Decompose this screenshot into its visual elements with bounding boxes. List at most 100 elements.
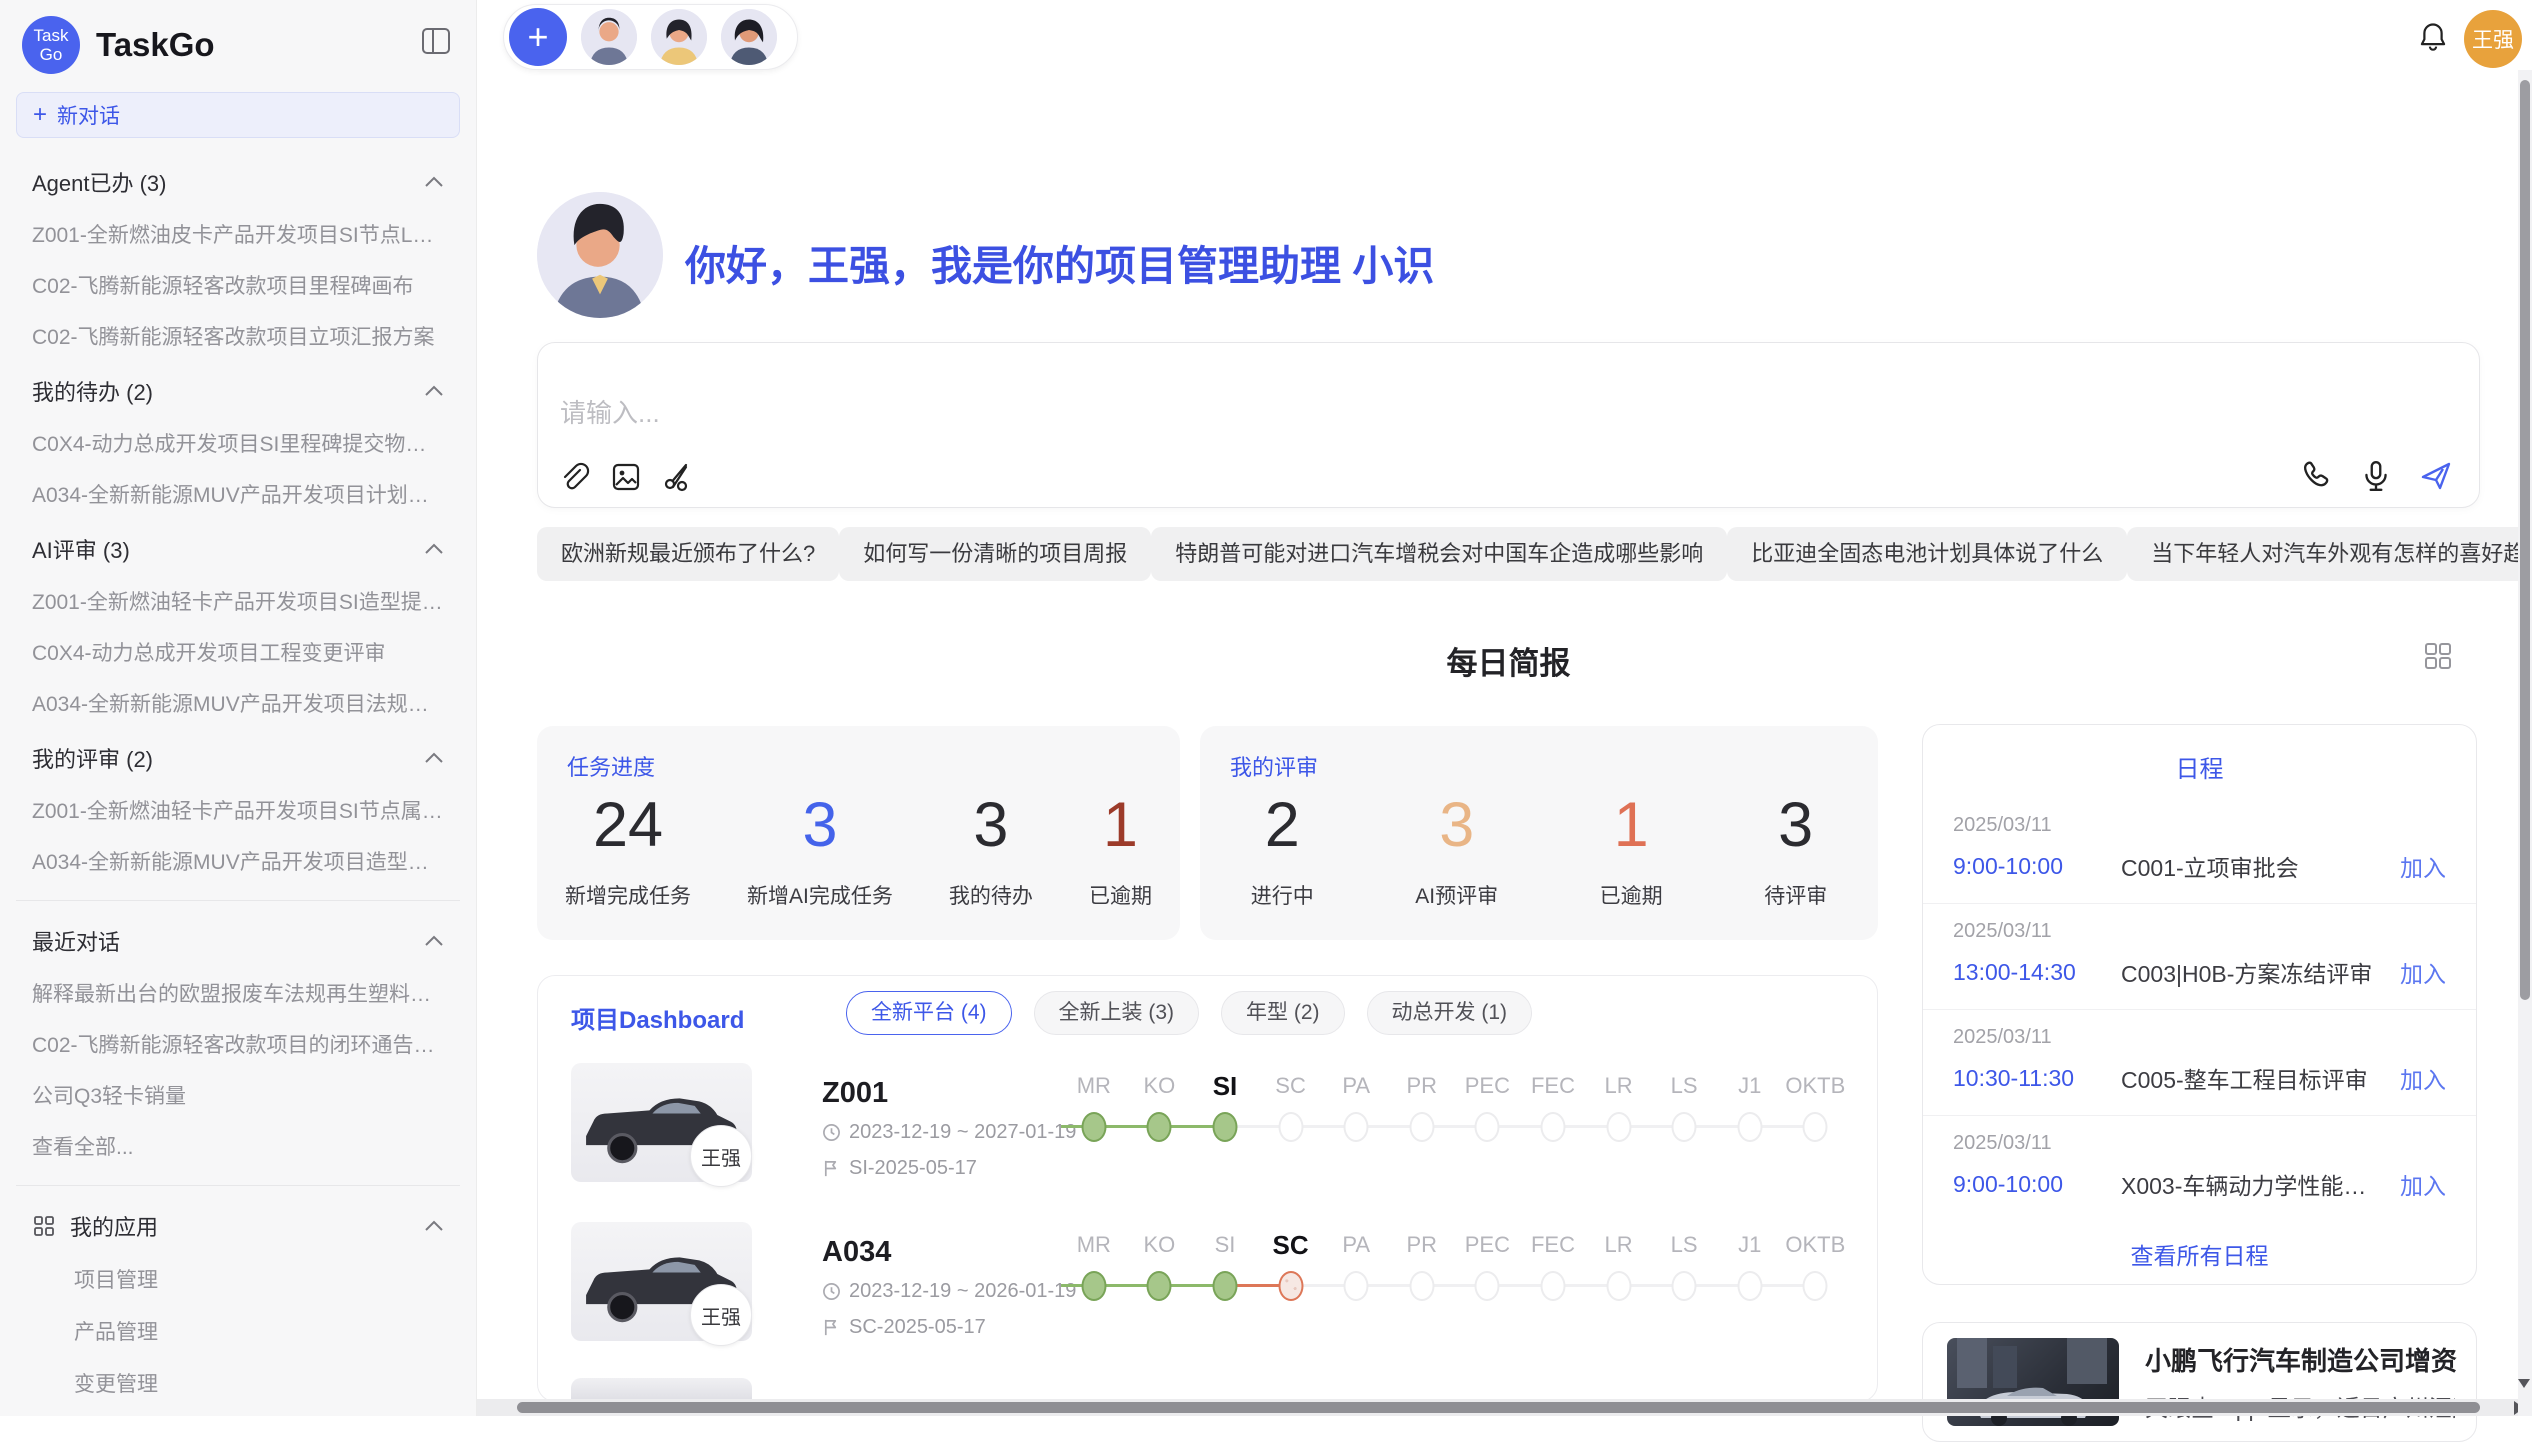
new-chat-button[interactable]: + 新对话 [16,92,460,138]
dashboard-filter-chip[interactable]: 全新平台 (4) [846,991,1012,1035]
sidebar-task-item[interactable]: C0X4-动力总成开发项目SI里程碑提交物检查 [32,428,444,458]
chevron-up-icon[interactable] [424,935,444,947]
chevron-up-icon[interactable] [424,176,444,188]
event-join-link[interactable]: 加入 [2400,1061,2446,1095]
attachment-icon[interactable] [558,461,590,493]
sidebar-task-item[interactable]: C02-飞腾新能源轻客改款项目里程碑画布 [32,270,444,300]
sidebar-collapse-icon[interactable] [422,28,450,54]
milestone-label: FEC [1520,1069,1586,1103]
sidebar-task-item[interactable]: A034-全新新能源MUV产品开发项目法规符合性评审 [32,688,444,718]
milestone-dot[interactable] [1475,1271,1500,1301]
dashboard-filter-chip[interactable]: 动总开发 (1) [1367,991,1533,1035]
sidebar-task-item[interactable]: Z001-全新燃油皮卡产品开发项目SI节点Lesson Learn报告 [32,219,444,249]
milestone-dot[interactable] [1606,1112,1631,1142]
milestone-dot[interactable] [1803,1271,1828,1301]
vertical-scrollbar[interactable] [2518,70,2532,1416]
milestone-dot[interactable] [1147,1271,1172,1301]
event-join-link[interactable]: 加入 [2400,955,2446,989]
app-sub-item[interactable]: 产品管理 [74,1316,444,1346]
event-time: 10:30-11:30 [1953,1065,2121,1092]
chevron-up-icon[interactable] [424,543,444,555]
send-icon[interactable] [2419,459,2453,493]
notifications-bell-icon[interactable] [2418,22,2448,54]
sidebar-task-item[interactable]: Z001-全新燃油轻卡产品开发项目SI节点属性5D文件评审 [32,795,444,825]
microphone-icon[interactable] [2359,459,2393,493]
dashboard-title: 项目Dashboard [571,1000,744,1035]
milestone-dot[interactable] [1344,1271,1369,1301]
stat-label: 新增完成任务 [565,880,691,910]
milestone: J1 [1717,1069,1783,1145]
milestone-dot[interactable] [1672,1112,1697,1142]
milestone-dot[interactable] [1344,1112,1369,1142]
dashboard-filter-chip[interactable]: 全新上装 (3) [1034,991,1200,1035]
horizontal-scrollbar[interactable] [477,1399,2532,1416]
milestone-dot[interactable] [1081,1271,1106,1301]
sidebar-task-item[interactable]: C0X4-动力总成开发项目工程变更评审 [32,637,444,667]
milestone-dot[interactable] [1672,1271,1697,1301]
user-avatar[interactable]: 王强 [2464,10,2522,68]
agent-avatar-2[interactable] [651,9,707,65]
milestone: MR [1061,1228,1127,1304]
dashboard-filter-chip[interactable]: 年型 (2) [1221,991,1345,1035]
sidebar-section-title: 我的待办 (2) [32,375,153,407]
suggestion-chip[interactable]: 欧洲新规最近颁布了什么? [537,527,839,581]
chevron-up-icon[interactable] [424,1220,444,1232]
chat-input[interactable] [560,398,1960,429]
suggestion-chip[interactable]: 比亚迪全固态电池计划具体说了什么 [1727,527,2127,581]
chevron-up-icon[interactable] [424,385,444,397]
milestone-label: KO [1127,1228,1193,1262]
milestone-label: OKTB [1783,1069,1849,1103]
milestone-dot[interactable] [1278,1112,1303,1142]
sidebar-task-item[interactable]: A034-全新新能源MUV产品开发项目计划变更表编写 [32,479,444,509]
scroll-down-arrow-icon[interactable] [2518,1379,2530,1388]
milestone-dot[interactable] [1737,1271,1762,1301]
milestone-dot[interactable] [1409,1112,1434,1142]
recent-chat-item[interactable]: 查看全部... [32,1131,444,1161]
agent-avatar-3[interactable] [721,9,777,65]
vertical-scrollbar-thumb[interactable] [2520,80,2530,1000]
sidebar-task-item[interactable]: C02-飞腾新能源轻客改款项目立项汇报方案 [32,321,444,351]
milestone-label: PEC [1455,1069,1521,1103]
horizontal-scrollbar-thumb[interactable] [517,1402,2480,1413]
recent-chat-item[interactable]: 解释最新出台的欧盟报废车法规再生塑料比例被调至15%... [32,978,444,1008]
recent-chat-item[interactable]: 公司Q3轻卡销量 [32,1080,444,1110]
milestone-dot[interactable] [1606,1271,1631,1301]
sidebar-task-item[interactable]: Z001-全新燃油轻卡产品开发项目SI造型提交物评审 [32,586,444,616]
my-apps-header[interactable]: 我的应用 [32,1210,444,1242]
sidebar-section-title: Agent已办 (3) [32,166,167,198]
milestone-dot[interactable] [1540,1271,1565,1301]
chevron-up-icon[interactable] [424,752,444,764]
suggestion-chip[interactable]: 如何写一份清晰的项目周报 [839,527,1151,581]
agent-avatar-1[interactable] [581,9,637,65]
agent-avatar-pill: + [503,4,798,70]
milestone-dot[interactable] [1147,1112,1172,1142]
image-icon[interactable] [610,461,642,493]
milestone-dot[interactable] [1081,1112,1106,1142]
milestone-label: PA [1323,1228,1389,1262]
milestone-dot[interactable] [1212,1112,1237,1142]
project-row: 王强Z0012023-12-19 ~ 2027-01-19SI-2025-05-… [538,1059,1877,1217]
milestone-dot[interactable] [1803,1112,1828,1142]
recent-chat-item[interactable]: C02-飞腾新能源轻客改款项目的闭环通告反馈情况 [32,1029,444,1059]
phone-call-icon[interactable] [2299,459,2333,493]
view-all-schedule-link[interactable]: 查看所有日程 [1923,1237,2476,1271]
milestone-dot[interactable] [1212,1271,1237,1301]
milestone-dot[interactable] [1409,1271,1434,1301]
briefing-layout-icon[interactable] [2424,642,2452,670]
event-join-link[interactable]: 加入 [2400,1167,2446,1201]
milestone-dot[interactable] [1278,1271,1303,1301]
new-chat-label: 新对话 [57,100,120,130]
add-agent-button[interactable]: + [509,8,567,66]
app-sub-item[interactable]: 变更管理 [74,1368,444,1398]
sidebar-task-item[interactable]: A034-全新新能源MUV产品开发项目造型可行性评审 [32,846,444,876]
milestone-dot[interactable] [1540,1112,1565,1142]
app-sub-item[interactable]: 项目管理 [74,1264,444,1294]
sidebar-section-header: AI评审 (3) [32,533,444,565]
scissors-icon[interactable] [662,461,694,493]
milestone-dot[interactable] [1475,1112,1500,1142]
news-card[interactable]: 小鹏飞行汽车制造公司增资 天眼查 App 显示，近日广州汇天飞行汽... [1922,1322,2477,1442]
suggestion-chip[interactable]: 特朗普可能对进口汽车增税会对中国车企造成哪些影响 [1151,527,1727,581]
milestone-dot[interactable] [1737,1112,1762,1142]
event-join-link[interactable]: 加入 [2400,849,2446,883]
suggestion-chip[interactable]: 当下年轻人对汽车外观有怎样的喜好趋势 [2127,527,2532,581]
